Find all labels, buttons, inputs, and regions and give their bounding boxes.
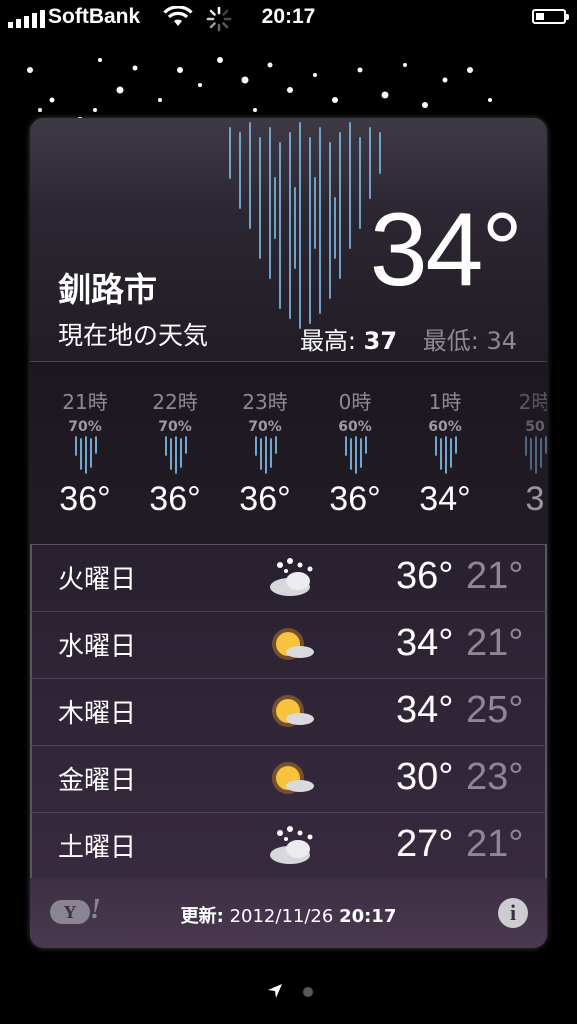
daily-row: 金曜日 30° 23° <box>30 746 547 813</box>
last-updated: 更新: 2012/11/26 20:17 <box>30 902 547 928</box>
updated-time: 20:17 <box>339 906 397 927</box>
hour-time: 23時 <box>242 390 288 414</box>
low-temp: 21° <box>466 823 524 865</box>
low-label: 最低: <box>422 327 479 355</box>
city-name: 釧路市 <box>58 270 157 309</box>
snow-icon <box>270 826 313 864</box>
high-value: 37 <box>363 327 398 355</box>
status-time: 20:17 <box>261 5 316 28</box>
rain-icon <box>165 436 187 474</box>
info-icon[interactable]: i <box>498 898 528 928</box>
sun-cloud-icon <box>272 695 314 727</box>
high-temp: 36° <box>396 555 454 597</box>
high-temp: 30° <box>396 756 454 798</box>
rain-icon <box>255 436 277 474</box>
current-temperature: 34° <box>369 192 523 308</box>
hour-temp: 36° <box>329 480 381 518</box>
weather-card[interactable]: 釧路市 現在地の天気 34° 最高: 37 最低: 34 21時 70% 36°… <box>30 118 547 948</box>
daily-row: 土曜日 27° 21° <box>30 813 547 880</box>
precip-chance: 50 <box>525 419 545 435</box>
sun-cloud-icon <box>272 762 314 794</box>
rain-icon <box>435 436 457 474</box>
hour-time: 0時 <box>338 390 372 414</box>
location-arrow-icon <box>268 984 282 998</box>
hour-temp: 36° <box>149 480 201 518</box>
day-name: 金曜日 <box>58 766 137 796</box>
card-footer: Y ! 更新: 2012/11/26 20:17 i <box>30 878 547 948</box>
precip-chance: 60% <box>428 419 462 435</box>
precip-chance: 60% <box>338 419 372 435</box>
sun-cloud-icon <box>272 628 314 660</box>
hour-temp: 3 <box>525 480 545 518</box>
hour-temp: 36° <box>59 480 111 518</box>
precip-chance: 70% <box>68 419 102 435</box>
location-subtitle: 現在地の天気 <box>58 321 209 350</box>
high-low-temps: 最高: 37 最低: 34 <box>300 321 517 356</box>
hour-time: 21時 <box>62 390 108 414</box>
precip-chance: 70% <box>158 419 192 435</box>
high-label: 最高: <box>299 327 357 355</box>
high-temp: 27° <box>396 823 454 865</box>
battery-icon <box>532 9 569 24</box>
day-name: 水曜日 <box>58 632 137 662</box>
day-name: 木曜日 <box>58 699 137 729</box>
hour-time: 1時 <box>428 390 462 414</box>
snow-icon <box>270 558 313 596</box>
day-name: 火曜日 <box>58 565 137 595</box>
updated-label: 更新: <box>180 906 224 927</box>
hour-temp: 36° <box>239 480 291 518</box>
day-name: 土曜日 <box>58 833 137 863</box>
high-temp: 34° <box>396 689 454 731</box>
rain-icon <box>345 436 367 474</box>
page-indicator[interactable] <box>0 980 577 1004</box>
low-temp: 21° <box>466 622 524 664</box>
hour-time: 2時 <box>518 390 547 414</box>
current-conditions-panel: 釧路市 現在地の天気 34° 最高: 37 最低: 34 <box>30 118 547 361</box>
low-temp: 21° <box>466 555 524 597</box>
low-temp: 23° <box>466 756 524 798</box>
hour-time: 22時 <box>152 390 198 414</box>
precip-chance: 70% <box>248 419 282 435</box>
daily-row: 水曜日 34° 21° <box>30 612 547 679</box>
rain-icon <box>75 436 97 474</box>
daily-row: 火曜日 36° 21° <box>30 545 547 612</box>
hour-temp: 34° <box>419 480 471 518</box>
low-temp: 25° <box>466 689 524 731</box>
low-value: 34 <box>486 327 517 355</box>
hourly-forecast[interactable]: 21時 70% 36° 22時 70% 36° 23時 70% 36° 0時 6… <box>30 362 547 544</box>
updated-date: 2012/11/26 <box>229 906 334 927</box>
status-bar: SoftBank 20:17 <box>0 0 577 38</box>
high-temp: 34° <box>396 622 454 664</box>
rain-icon <box>525 436 547 474</box>
daily-row: 木曜日 34° 25° <box>30 679 547 746</box>
page-dot <box>303 987 313 997</box>
